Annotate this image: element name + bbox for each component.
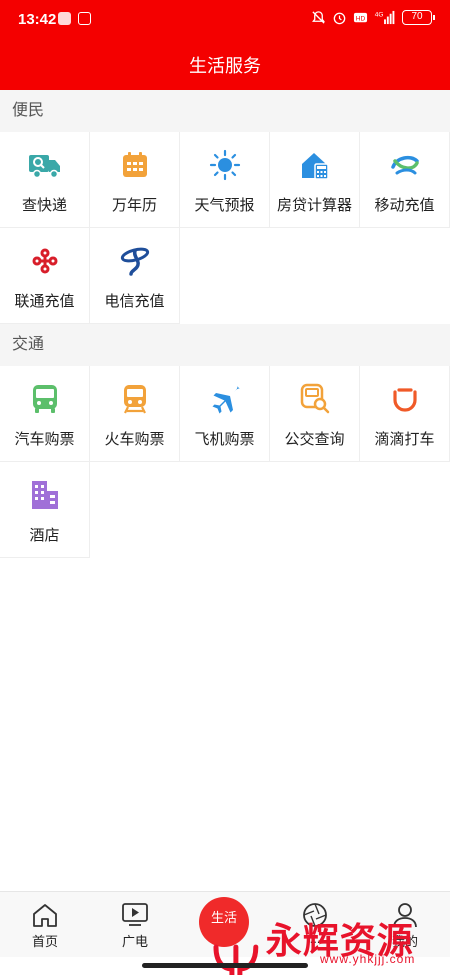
airplane-icon: [208, 382, 242, 416]
hotel-icon: [28, 478, 62, 512]
house-calculator-icon: [298, 148, 332, 182]
mute-bell-icon: [312, 11, 325, 24]
watermark-url: www.yhkjjj.com: [320, 952, 416, 966]
train-icon: [118, 382, 152, 416]
service-label: 移动充值: [374, 197, 435, 214]
status-bar: 13:42 HD 4G 70: [0, 0, 450, 42]
service-item-bus-query[interactable]: 公交查询: [270, 366, 360, 462]
service-label: 联通充值: [14, 293, 75, 310]
service-label: 万年历: [111, 197, 157, 214]
nav-broadcast[interactable]: 广电: [90, 892, 180, 957]
service-item-flight-ticket[interactable]: 飞机购票: [180, 366, 270, 462]
battery-indicator: 70: [402, 10, 435, 25]
service-label: 查快递: [21, 197, 67, 214]
hd-icon: HD: [353, 12, 368, 22]
nav-label: 首页: [31, 934, 58, 949]
service-label: 公交查询: [284, 431, 345, 448]
notification-app-icon: [58, 12, 71, 25]
service-label: 房贷计算器: [276, 197, 352, 214]
service-label: 滴滴打车: [374, 431, 435, 448]
section-title-transport: 交通: [0, 324, 450, 366]
service-item-train-ticket[interactable]: 火车购票: [90, 366, 180, 462]
home-icon: [33, 904, 57, 927]
watermark-logo-icon: [213, 944, 259, 975]
sun-icon: [208, 148, 242, 182]
status-right-icons: HD 4G 70: [311, 10, 435, 25]
service-label: 飞机购票: [194, 431, 255, 448]
calendar-icon: [118, 148, 152, 182]
service-item-didi[interactable]: 滴滴打车: [360, 366, 450, 462]
service-item-china-telecom[interactable]: 电信充值: [90, 228, 180, 324]
china-unicom-icon: [28, 244, 62, 278]
service-item-express[interactable]: 查快递: [0, 132, 90, 228]
bus-icon: [28, 382, 62, 416]
bus-search-icon: [298, 382, 332, 416]
signal-4g-icon: 4G: [375, 10, 395, 25]
svg-text:HD: HD: [356, 15, 366, 22]
notification-image-icon: [78, 12, 91, 25]
status-time: 13:42: [18, 11, 57, 28]
service-item-china-mobile[interactable]: 移动充值: [360, 132, 450, 228]
service-item-mortgage[interactable]: 房贷计算器: [270, 132, 360, 228]
nav-label: 广电: [121, 934, 148, 949]
convenience-grid: 查快递 万年历 天气预报 房贷计算器 移动充值 联通充值 电信充值: [0, 132, 450, 324]
service-item-bus-ticket[interactable]: 汽车购票: [0, 366, 90, 462]
nav-home[interactable]: 首页: [0, 892, 90, 957]
home-indicator[interactable]: [142, 963, 308, 968]
service-item-china-unicom[interactable]: 联通充值: [0, 228, 90, 324]
china-mobile-icon: [388, 148, 422, 182]
china-telecom-icon: [118, 244, 152, 278]
service-label: 天气预报: [194, 197, 255, 214]
service-label: 酒店: [29, 527, 60, 544]
didi-icon: [388, 382, 422, 416]
service-item-calendar[interactable]: 万年历: [90, 132, 180, 228]
section-title-convenience: 便民: [0, 90, 450, 132]
service-item-hotel[interactable]: 酒店: [0, 462, 90, 558]
page-title: 生活服务: [0, 42, 450, 90]
alarm-icon: [333, 12, 346, 25]
service-item-weather[interactable]: 天气预报: [180, 132, 270, 228]
svg-text:4G: 4G: [375, 12, 384, 19]
service-label: 火车购票: [104, 431, 165, 448]
video-play-icon: [122, 903, 148, 926]
transport-grid: 汽车购票 火车购票 飞机购票 公交查询 滴滴打车 酒店: [0, 366, 450, 558]
delivery-truck-icon: [28, 148, 62, 182]
service-label: 电信充值: [104, 293, 165, 310]
service-content: 便民 查快递 万年历 天气预报 房贷计算器 移动充值 联通充值 电信充值 交通 …: [0, 90, 450, 558]
service-label: 汽车购票: [14, 431, 75, 448]
